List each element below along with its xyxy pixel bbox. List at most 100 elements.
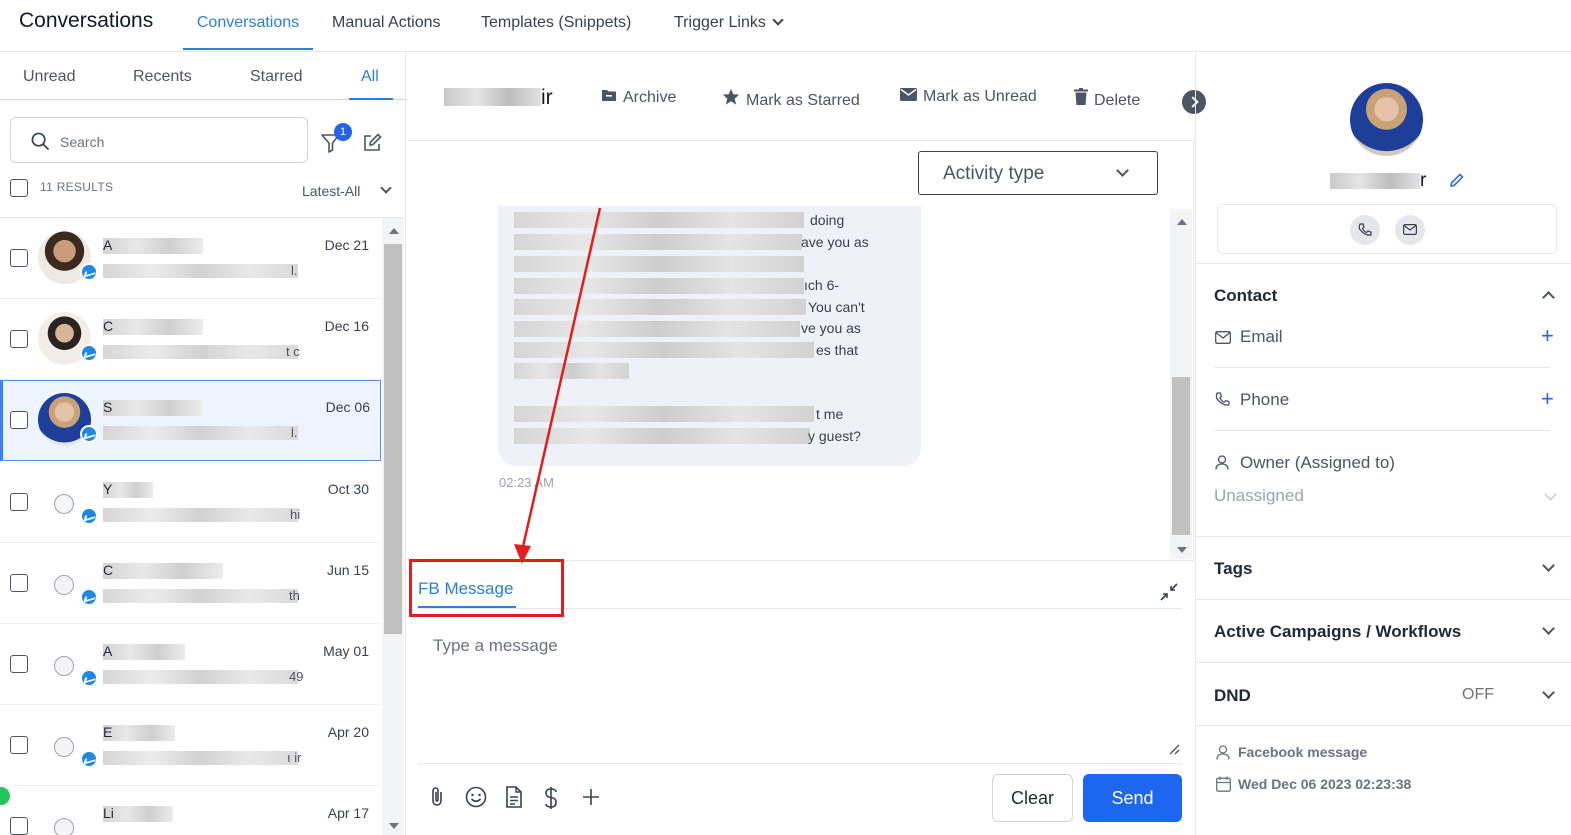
snippet-end: l.: [291, 425, 298, 440]
document-icon[interactable]: [505, 786, 523, 808]
search-input[interactable]: Search: [10, 117, 308, 163]
add-email-icon[interactable]: +: [1541, 323, 1554, 349]
clear-button[interactable]: Clear: [992, 774, 1073, 822]
scroll-up-icon[interactable]: [389, 228, 399, 234]
scroll-up-icon[interactable]: [1177, 219, 1187, 225]
tags-section-header[interactable]: Tags: [1214, 559, 1252, 579]
chevron-up-icon[interactable]: [1542, 291, 1555, 304]
conversation-date: Dec 06: [325, 399, 370, 415]
email-button[interactable]: [1395, 215, 1425, 245]
scrollbar-thumb[interactable]: [1172, 377, 1190, 535]
list-scrollbar[interactable]: [382, 218, 404, 835]
owner-field-label: Owner (Assigned to): [1240, 453, 1395, 472]
chevron-down-icon[interactable]: [380, 182, 392, 194]
conversation-item-selected[interactable]: S l. Dec 06: [0, 380, 381, 461]
snippet-end: hi: [290, 507, 301, 522]
row-checkbox[interactable]: [10, 411, 28, 429]
chevron-down-icon[interactable]: [1542, 622, 1555, 635]
add-phone-icon[interactable]: +: [1541, 386, 1554, 412]
collapse-icon[interactable]: [1160, 583, 1178, 601]
annotation-highlight-box: [409, 559, 564, 617]
contact-avatar: [1350, 83, 1423, 156]
compose-icon[interactable]: [362, 133, 382, 153]
chat-scrollbar[interactable]: [1170, 209, 1192, 559]
mark-starred-button[interactable]: Mark as Starred: [722, 88, 860, 110]
divider: [1214, 367, 1550, 368]
star-icon: [722, 88, 740, 105]
message-input[interactable]: Type a message: [433, 636, 558, 656]
divider: [1196, 662, 1571, 663]
contact-section-header[interactable]: Contact: [1214, 286, 1277, 306]
nav-tab-trigger-links[interactable]: Trigger Links: [674, 14, 784, 50]
conversation-item[interactable]: C th Jun 15: [0, 543, 381, 624]
row-checkbox[interactable]: [10, 736, 28, 754]
scroll-down-icon[interactable]: [389, 823, 399, 829]
dollar-icon[interactable]: [543, 786, 559, 810]
select-all-checkbox[interactable]: [10, 179, 28, 197]
resize-handle-icon[interactable]: [1168, 743, 1180, 755]
activity-type-select[interactable]: Activity type: [918, 151, 1158, 195]
avatar-placeholder: [54, 737, 74, 757]
archive-button[interactable]: Archive: [601, 88, 676, 107]
message-fragment: ıch 6-: [804, 277, 840, 293]
contact-name-blurred: [103, 319, 203, 335]
emoji-icon[interactable]: [465, 786, 487, 808]
phone-field-label: Phone: [1240, 390, 1290, 409]
tab-unread[interactable]: Unread: [23, 68, 75, 86]
tab-all[interactable]: All: [361, 68, 379, 86]
delete-button[interactable]: Delete: [1074, 88, 1140, 110]
phone-icon: [1215, 392, 1230, 406]
row-checkbox[interactable]: [10, 330, 28, 348]
contact-initial: A: [103, 237, 113, 253]
name-blurred: [444, 88, 541, 106]
chevron-down-icon[interactable]: [1542, 686, 1555, 699]
name-tail: ir: [541, 86, 553, 109]
plus-icon[interactable]: [582, 786, 600, 808]
send-button[interactable]: Send: [1083, 774, 1182, 822]
conversation-item[interactable]: Y hi Oct 30: [0, 462, 381, 543]
conversation-item[interactable]: A 49 May 01: [0, 624, 381, 705]
snippet-end: th: [289, 588, 300, 603]
nav-tab-conversations[interactable]: Conversations: [183, 14, 313, 50]
user-icon: [1216, 745, 1230, 760]
mark-unread-button[interactable]: Mark as Unread: [900, 88, 1037, 106]
messenger-icon: [80, 588, 98, 606]
conversation-item[interactable]: A l. Dec 21: [0, 218, 381, 299]
app-title: Conversations: [19, 9, 154, 32]
message-snippet-blurred: [103, 589, 298, 603]
contact-initial: C: [103, 562, 114, 578]
conversation-item[interactable]: Li Apr 17: [0, 786, 381, 835]
row-checkbox[interactable]: [10, 249, 28, 267]
tab-starred[interactable]: Starred: [250, 68, 302, 86]
pencil-icon[interactable]: [1449, 172, 1465, 188]
nav-tab-manual-actions[interactable]: Manual Actions: [332, 14, 441, 50]
conversation-item[interactable]: C t c Dec 16: [0, 299, 381, 380]
row-checkbox[interactable]: [10, 574, 28, 592]
row-checkbox[interactable]: [10, 655, 28, 673]
scroll-down-icon[interactable]: [1177, 547, 1187, 553]
message-fragment: t me: [816, 406, 844, 422]
scrollbar-thumb[interactable]: [384, 244, 402, 634]
dnd-section-header[interactable]: DND: [1214, 686, 1251, 706]
calendar-icon: [1216, 776, 1231, 792]
tab-indicator: [349, 98, 393, 100]
delete-label: Delete: [1094, 92, 1141, 109]
results-count: 11 RESULTS: [40, 180, 114, 194]
chevron-down-icon[interactable]: [1544, 488, 1557, 501]
contact-initial: E: [103, 724, 113, 740]
campaigns-section-header[interactable]: Active Campaigns / Workflows: [1214, 622, 1461, 642]
paperclip-icon[interactable]: [428, 786, 446, 808]
messenger-icon: [80, 669, 98, 687]
chevron-down-icon[interactable]: [1542, 559, 1555, 572]
contact-name: r: [1330, 170, 1434, 192]
row-checkbox[interactable]: [10, 817, 28, 835]
tab-recents[interactable]: Recents: [133, 68, 192, 86]
owner-select[interactable]: Unassigned: [1214, 486, 1304, 506]
row-checkbox[interactable]: [10, 493, 28, 511]
sort-select[interactable]: Latest-All: [302, 183, 360, 199]
divider: [1196, 263, 1571, 264]
conversation-item[interactable]: E ı ir Apr 20: [0, 705, 381, 786]
chat-area: Activity type doing ave you as ıch 6- Yo…: [408, 140, 1194, 564]
call-button[interactable]: [1350, 215, 1380, 245]
nav-tab-templates[interactable]: Templates (Snippets): [481, 14, 631, 50]
